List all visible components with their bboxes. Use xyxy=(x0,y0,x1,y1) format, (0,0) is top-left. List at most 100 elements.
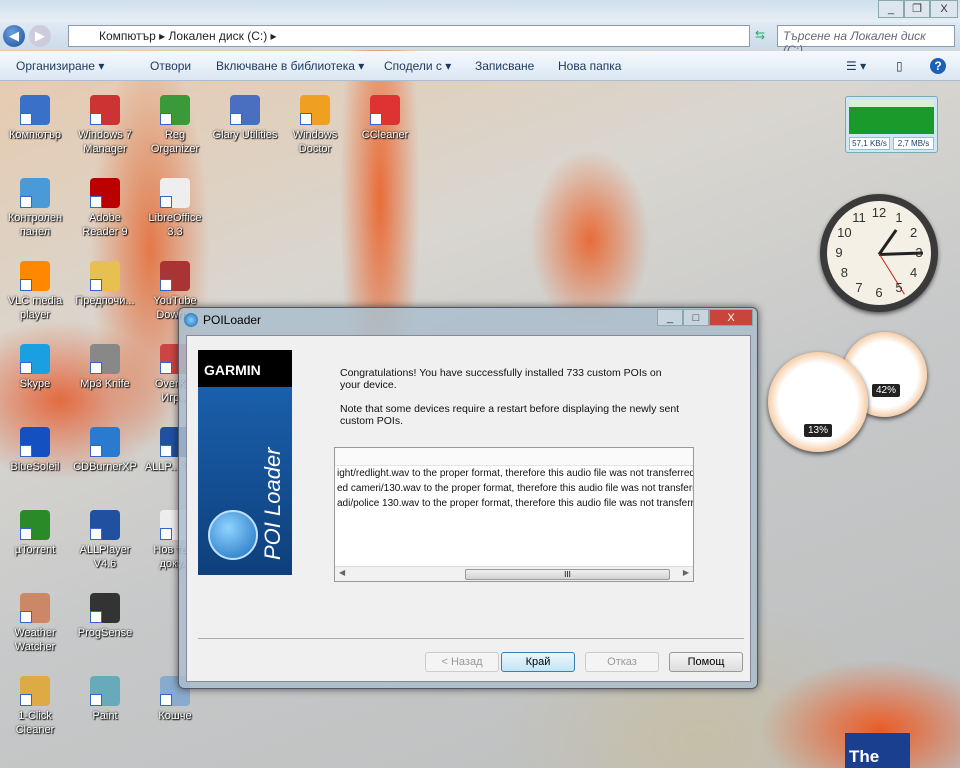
download-speed: 2,7 MB/s xyxy=(893,137,934,150)
clock-number: 3 xyxy=(915,245,923,260)
desktop-icon-label: LibreOffice 3.3 xyxy=(148,212,202,238)
desktop-icon-label: Предпочи... xyxy=(75,295,135,307)
dialog-close-button[interactable]: X xyxy=(709,309,753,326)
desktop-icon[interactable]: Weather Watcher xyxy=(0,593,70,654)
globe-icon xyxy=(208,510,258,560)
clock-number: 7 xyxy=(855,279,863,295)
desktop-icon[interactable]: Reg Organizer xyxy=(140,95,210,156)
clock-number: 2 xyxy=(910,225,918,240)
app-icon xyxy=(160,178,190,208)
desktop-icon[interactable]: ALLPlayer V4.6 xyxy=(70,510,140,571)
desktop-icon-label: Windows 7 Manager xyxy=(78,129,132,155)
desktop-icon-label: Paint xyxy=(92,710,118,722)
open-button[interactable]: Отвори xyxy=(150,59,191,73)
desktop-icon[interactable]: CDBurnerXP xyxy=(70,427,140,474)
organize-menu[interactable]: Организиране ▾ xyxy=(16,59,104,73)
desktop-icon[interactable]: Компютър xyxy=(0,95,70,142)
forward-button[interactable]: ▶ xyxy=(29,25,51,47)
app-icon xyxy=(90,344,120,374)
app-icon xyxy=(90,95,120,125)
clock-number: 9 xyxy=(835,245,843,260)
breadcrumb-computer[interactable]: Компютър xyxy=(99,29,156,43)
app-icon xyxy=(20,510,50,540)
scroll-right-arrow[interactable]: ▶ xyxy=(683,568,689,577)
share-menu[interactable]: Сподели с ▾ xyxy=(384,59,451,73)
maximize-button[interactable]: ❐ xyxy=(904,0,930,18)
desktop-icon-label: Glary Utilities xyxy=(212,129,278,141)
desktop-icon[interactable]: Windows Doctor xyxy=(280,95,350,156)
desktop-icon[interactable]: VLC media player xyxy=(0,261,70,322)
desktop-icon-label: CCleaner xyxy=(361,129,409,141)
minimize-button[interactable]: _ xyxy=(878,0,904,18)
desktop-icon-label: Reg Organizer xyxy=(150,129,200,155)
app-icon xyxy=(90,178,120,208)
desktop-icon[interactable]: Контролен панел xyxy=(0,178,70,239)
network-meter-gadget[interactable]: 57,1 KB/s 2,7 MB/s xyxy=(845,96,938,153)
cancel-button[interactable]: Отказ xyxy=(585,652,659,672)
desktop-icon[interactable]: BlueSoleil xyxy=(0,427,70,474)
app-icon xyxy=(20,95,50,125)
cpu-percent: 13% xyxy=(804,424,833,437)
desktop-icon-label: Windows Doctor xyxy=(292,129,338,155)
desktop-icon[interactable]: Предпочи... xyxy=(70,261,140,308)
refresh-icon[interactable]: ⇆ xyxy=(755,28,765,42)
search-input[interactable]: Търсене на Локален диск (C:) xyxy=(777,25,955,57)
desktop-icon[interactable]: Paint xyxy=(70,676,140,723)
dialog-minimize-button[interactable]: _ xyxy=(657,309,683,326)
back-button[interactable]: ◀ xyxy=(3,25,25,47)
app-icon xyxy=(160,261,190,291)
app-icon xyxy=(160,95,190,125)
cpu-gauge[interactable]: 13% xyxy=(768,352,868,452)
desktop-icon[interactable]: ProgSense xyxy=(70,593,140,640)
garmin-logo: GARMIN xyxy=(198,350,292,387)
breadcrumb-local-disk[interactable]: Локален диск (C:) xyxy=(169,29,268,43)
desktop-icon[interactable]: Glary Utilities xyxy=(210,95,280,142)
desktop-icon-label: Skype xyxy=(19,378,51,390)
desktop-icon[interactable]: Adobe Reader 9 xyxy=(70,178,140,239)
log-line: ed cameri/130.wav to the proper format, … xyxy=(337,483,694,494)
dialog-maximize-button[interactable]: □ xyxy=(683,309,709,326)
app-icon xyxy=(20,261,50,291)
help-button[interactable]: Помощ xyxy=(669,652,743,672)
finish-button[interactable]: Край xyxy=(501,652,575,672)
desktop-icon-label: Weather Watcher xyxy=(14,627,56,653)
burn-button[interactable]: Записване xyxy=(475,59,534,73)
network-graph xyxy=(849,100,934,134)
app-icon xyxy=(20,178,50,208)
desktop-icon[interactable]: LibreOffice 3.3 xyxy=(140,178,210,239)
scroll-thumb[interactable]: III xyxy=(465,569,670,580)
app-icon xyxy=(20,676,50,706)
log-listbox[interactable]: ight/redlight.wav to the proper format, … xyxy=(334,447,694,582)
poi-loader-logo: POI Loader xyxy=(260,447,285,560)
desktop-icon[interactable]: Windows 7 Manager xyxy=(70,95,140,156)
clock-number: 11 xyxy=(852,210,866,226)
ram-percent: 42% xyxy=(872,384,901,397)
desktop-icon[interactable]: Mp3 Knife xyxy=(70,344,140,391)
desktop-icon-label: Компютър xyxy=(8,129,62,141)
clock-number: 8 xyxy=(840,265,848,280)
desktop-icon-label: ProgSense xyxy=(77,627,133,639)
hour-hand xyxy=(877,229,898,256)
new-folder-button[interactable]: Нова папка xyxy=(558,59,621,73)
address-bar-row: ◀ ▶ Компютър ▸ Локален диск (C:) ▸ ⇆ Тър… xyxy=(0,22,960,57)
preview-pane-icon[interactable]: ▯ xyxy=(896,59,903,73)
clock-gadget[interactable]: 12 1 2 3 4 5 6 7 8 9 10 11 xyxy=(820,194,938,312)
desktop-icon[interactable]: 1-Click Cleaner xyxy=(0,676,70,737)
clock-number: 6 xyxy=(875,285,883,300)
back-button[interactable]: < Назад xyxy=(425,652,499,672)
help-icon[interactable]: ? xyxy=(930,58,946,74)
desktop-icon-label: Adobe Reader 9 xyxy=(82,212,128,238)
close-button[interactable]: X xyxy=(930,0,958,18)
desktop-icon[interactable]: µTorrent xyxy=(0,510,70,557)
desktop-icon[interactable]: CCleaner xyxy=(350,95,420,142)
garmin-banner: GARMIN POI Loader xyxy=(198,350,292,575)
view-options-icon[interactable]: ☰ ▾ xyxy=(846,59,866,73)
clock-number: 1 xyxy=(895,210,903,226)
scroll-left-arrow[interactable]: ◀ xyxy=(339,568,345,577)
desktop-icon[interactable]: Skype xyxy=(0,344,70,391)
horizontal-scrollbar[interactable]: ◀ III ▶ xyxy=(335,566,693,581)
log-line: ight/redlight.wav to the proper format, … xyxy=(337,468,694,479)
desktop-icon-label: µTorrent xyxy=(14,544,56,556)
include-library-menu[interactable]: Включване в библиотека ▾ xyxy=(216,59,364,73)
address-input[interactable]: Компютър ▸ Локален диск (C:) ▸ xyxy=(68,25,750,47)
